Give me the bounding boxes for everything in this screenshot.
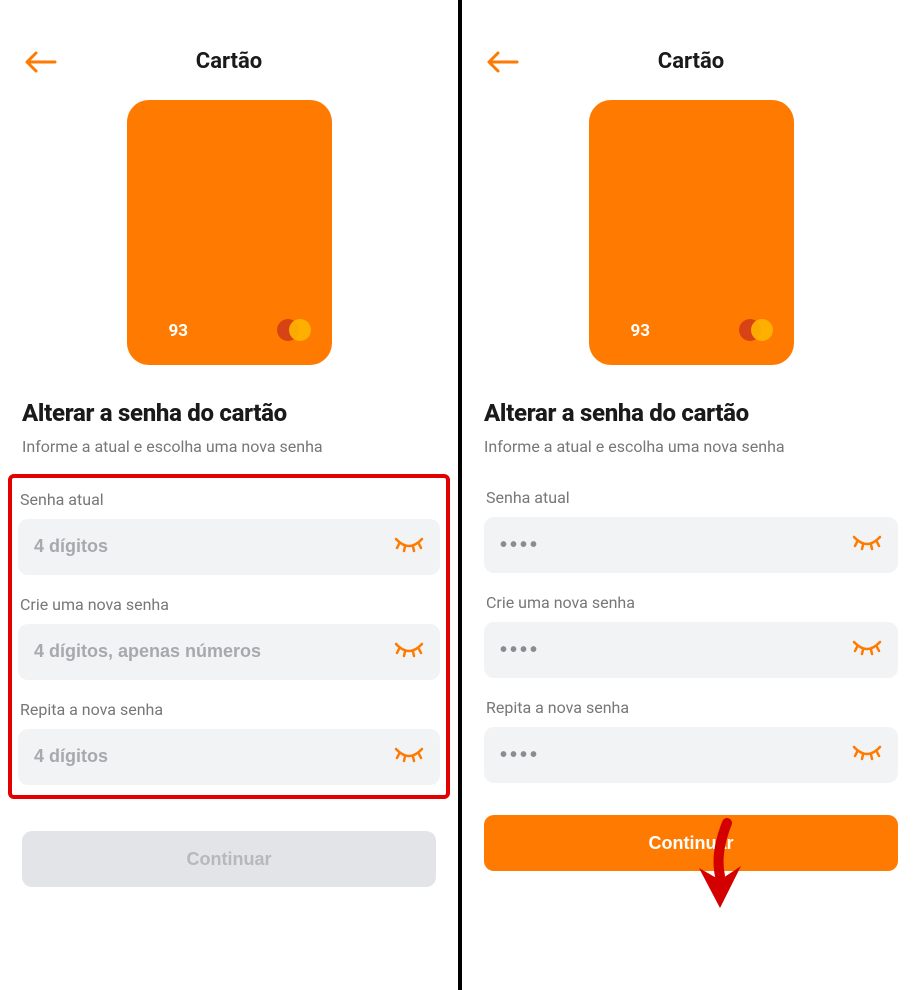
mastercard-icon [274,317,314,343]
page-title: Cartão [658,17,724,74]
new-password-label: Crie uma nova senha [18,595,440,614]
screen-empty-state: Cartão 93 Alterar a senha do cartão Info… [0,0,458,990]
section-title: Alterar a senha do cartão [22,399,436,427]
repeat-password-input-row[interactable] [484,727,898,783]
field-current-password: Senha atual [18,490,440,575]
new-password-input[interactable] [34,642,394,662]
card-image: 93 [484,100,898,365]
continue-button[interactable]: Continuar [22,831,436,887]
repeat-password-input-row[interactable] [18,729,440,785]
current-password-input[interactable] [500,534,852,557]
section-title: Alterar a senha do cartão [484,399,898,427]
field-current-password: Senha atual [484,488,898,573]
header: Cartão [22,0,436,90]
field-repeat-password: Repita a nova senha [484,698,898,783]
new-password-input-row[interactable] [18,624,440,680]
current-password-input-row[interactable] [18,519,440,575]
card-last-digits: 93 [631,321,651,341]
highlight-annotation: Senha atual Crie uma nova senha [8,474,450,799]
header: Cartão [484,0,898,90]
eye-closed-icon[interactable] [394,745,424,769]
page-title: Cartão [196,17,262,74]
eye-closed-icon[interactable] [852,638,882,662]
current-password-label: Senha atual [484,488,898,507]
eye-closed-icon[interactable] [394,640,424,664]
current-password-input[interactable] [34,537,394,557]
new-password-input-row[interactable] [484,622,898,678]
section-subtitle: Informe a atual e escolha uma nova senha [22,437,436,456]
continue-button[interactable]: Continuar [484,815,898,871]
field-new-password: Crie uma nova senha [484,593,898,678]
mastercard-icon [736,317,776,343]
repeat-password-input[interactable] [500,744,852,767]
back-arrow-icon[interactable] [486,50,520,78]
repeat-password-label: Repita a nova senha [484,698,898,717]
current-password-label: Senha atual [18,490,440,509]
new-password-input[interactable] [500,639,852,662]
repeat-password-input[interactable] [34,747,394,767]
back-arrow-icon[interactable] [24,50,58,78]
section-subtitle: Informe a atual e escolha uma nova senha [484,437,898,456]
card-last-digits: 93 [169,321,189,341]
new-password-label: Crie uma nova senha [484,593,898,612]
eye-closed-icon[interactable] [394,535,424,559]
field-new-password: Crie uma nova senha [18,595,440,680]
field-repeat-password: Repita a nova senha [18,700,440,785]
screen-filled-state: Cartão 93 Alterar a senha do cartão Info… [462,0,920,990]
eye-closed-icon[interactable] [852,533,882,557]
eye-closed-icon[interactable] [852,743,882,767]
card-image: 93 [22,100,436,365]
repeat-password-label: Repita a nova senha [18,700,440,719]
current-password-input-row[interactable] [484,517,898,573]
